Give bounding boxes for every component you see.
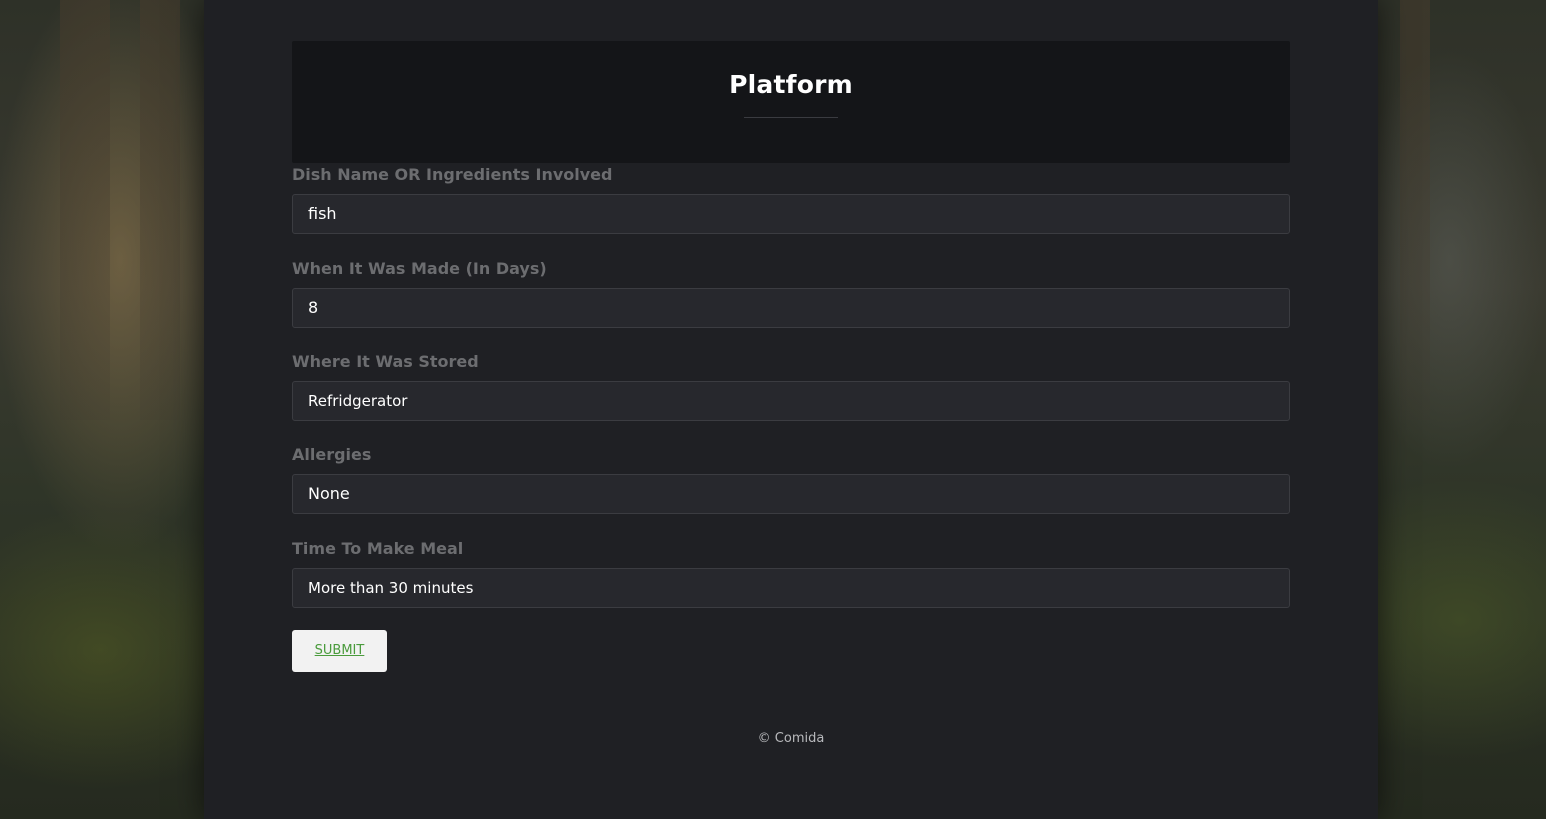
- dish-name-input[interactable]: fish: [292, 194, 1290, 234]
- submit-button[interactable]: SUBMIT: [292, 630, 387, 672]
- footer-copyright: © Comida: [757, 731, 825, 746]
- allergies-label: Allergies: [292, 445, 372, 464]
- storage-select[interactable]: Refridgerator: [292, 381, 1290, 421]
- storage-label: Where It Was Stored: [292, 352, 479, 371]
- time-to-make-label: Time To Make Meal: [292, 539, 464, 558]
- days-made-input[interactable]: 8: [292, 288, 1290, 328]
- tree-trunk: [140, 0, 180, 420]
- tree-trunk: [60, 0, 110, 420]
- page-header: Platform: [292, 41, 1290, 163]
- allergies-input[interactable]: None: [292, 474, 1290, 514]
- tree-trunk: [1400, 0, 1430, 420]
- title-divider: [744, 117, 838, 118]
- page-title: Platform: [729, 70, 853, 99]
- time-to-make-select[interactable]: More than 30 minutes: [292, 568, 1290, 608]
- main-panel: Platform Dish Name OR Ingredients Involv…: [204, 0, 1378, 819]
- dish-name-label: Dish Name OR Ingredients Involved: [292, 165, 613, 184]
- days-made-label: When It Was Made (In Days): [292, 259, 547, 278]
